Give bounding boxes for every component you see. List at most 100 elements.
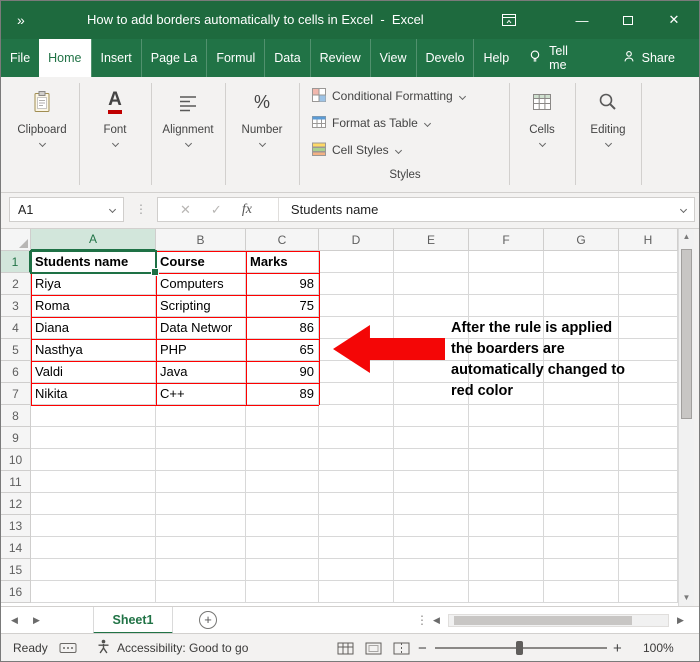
cell-C10[interactable] xyxy=(246,449,319,471)
alignment-group-button[interactable]: Alignment xyxy=(153,81,223,181)
number-group-button[interactable]: % Number xyxy=(227,81,297,181)
cell-H3[interactable] xyxy=(619,295,678,317)
cell-A8[interactable] xyxy=(31,405,156,427)
sheet-nav-left-icon[interactable]: ◀ xyxy=(11,607,18,634)
cell-D16[interactable] xyxy=(319,581,394,603)
cell-A5[interactable]: Nasthya xyxy=(31,339,156,361)
select-all-corner[interactable] xyxy=(1,229,31,251)
cell-A12[interactable] xyxy=(31,493,156,515)
cell-B10[interactable] xyxy=(156,449,246,471)
cell-H12[interactable] xyxy=(619,493,678,515)
cell-C6[interactable]: 90 xyxy=(246,361,319,383)
formula-input[interactable]: Students name xyxy=(291,202,378,217)
close-button[interactable]: ✕ xyxy=(651,1,697,39)
name-box[interactable]: A1 xyxy=(9,197,124,222)
cell-B16[interactable] xyxy=(156,581,246,603)
cell-A4[interactable]: Diana xyxy=(31,317,156,339)
row-header-7[interactable]: 7 xyxy=(1,383,31,405)
cell-D1[interactable] xyxy=(319,251,394,273)
cell-E15[interactable] xyxy=(394,559,469,581)
cell-A9[interactable] xyxy=(31,427,156,449)
cell-styles-button[interactable]: Cell Styles xyxy=(311,139,402,161)
row-header-13[interactable]: 13 xyxy=(1,515,31,537)
editing-group-button[interactable]: Editing xyxy=(577,81,639,181)
cell-A1[interactable]: Students name xyxy=(31,251,156,273)
cell-B9[interactable] xyxy=(156,427,246,449)
cell-C4[interactable]: 86 xyxy=(246,317,319,339)
cell-D15[interactable] xyxy=(319,559,394,581)
format-as-table-button[interactable]: Format as Table xyxy=(311,112,431,134)
cell-C1[interactable]: Marks xyxy=(246,251,319,273)
scroll-down-icon[interactable]: ▼ xyxy=(679,590,694,606)
cell-F15[interactable] xyxy=(469,559,544,581)
cell-H9[interactable] xyxy=(619,427,678,449)
minimize-button[interactable]: — xyxy=(559,1,605,39)
cell-C3[interactable]: 75 xyxy=(246,295,319,317)
font-group-button[interactable]: A Font xyxy=(81,81,149,181)
cell-H13[interactable] xyxy=(619,515,678,537)
cell-A2[interactable]: Riya xyxy=(31,273,156,295)
cell-B15[interactable] xyxy=(156,559,246,581)
cell-F12[interactable] xyxy=(469,493,544,515)
insert-function-icon[interactable]: fx xyxy=(242,202,252,218)
row-header-2[interactable]: 2 xyxy=(1,273,31,295)
hscroll-right-icon[interactable]: ▶ xyxy=(677,607,684,634)
cell-G3[interactable] xyxy=(544,295,619,317)
tell-me-box[interactable]: Tell me xyxy=(518,39,593,77)
cell-F1[interactable] xyxy=(469,251,544,273)
column-header-G[interactable]: G xyxy=(544,229,619,251)
cell-F13[interactable] xyxy=(469,515,544,537)
cell-C2[interactable]: 98 xyxy=(246,273,319,295)
cell-A16[interactable] xyxy=(31,581,156,603)
row-header-4[interactable]: 4 xyxy=(1,317,31,339)
column-header-B[interactable]: B xyxy=(156,229,246,251)
clipboard-group-button[interactable]: Clipboard xyxy=(7,81,77,181)
cell-B7[interactable]: C++ xyxy=(156,383,246,405)
cell-H2[interactable] xyxy=(619,273,678,295)
cell-D11[interactable] xyxy=(319,471,394,493)
tab-help[interactable]: Help xyxy=(473,39,518,77)
drag-handle-icon[interactable]: ⋮ xyxy=(135,197,147,222)
cancel-icon[interactable]: ✕ xyxy=(180,202,191,218)
cell-G9[interactable] xyxy=(544,427,619,449)
cell-D10[interactable] xyxy=(319,449,394,471)
column-header-F[interactable]: F xyxy=(469,229,544,251)
tab-insert[interactable]: Insert xyxy=(90,39,141,77)
cell-A6[interactable]: Valdi xyxy=(31,361,156,383)
row-header-6[interactable]: 6 xyxy=(1,361,31,383)
cell-A7[interactable]: Nikita xyxy=(31,383,156,405)
cell-F10[interactable] xyxy=(469,449,544,471)
row-header-9[interactable]: 9 xyxy=(1,427,31,449)
cell-H16[interactable] xyxy=(619,581,678,603)
cell-F14[interactable] xyxy=(469,537,544,559)
cell-E9[interactable] xyxy=(394,427,469,449)
cell-B5[interactable]: PHP xyxy=(156,339,246,361)
accessibility-status[interactable]: Accessibility: Good to go xyxy=(97,634,248,661)
cell-E14[interactable] xyxy=(394,537,469,559)
cell-G16[interactable] xyxy=(544,581,619,603)
zoom-slider-thumb[interactable] xyxy=(516,641,523,655)
scroll-up-icon[interactable]: ▲ xyxy=(679,229,694,245)
cell-H14[interactable] xyxy=(619,537,678,559)
share-button[interactable]: Share xyxy=(612,39,685,77)
tab-home[interactable]: Home xyxy=(39,39,91,77)
cell-D8[interactable] xyxy=(319,405,394,427)
cell-C16[interactable] xyxy=(246,581,319,603)
cell-H8[interactable] xyxy=(619,405,678,427)
vertical-scrollbar[interactable]: ▲ ▼ xyxy=(678,229,694,606)
ribbon-display-options-icon[interactable] xyxy=(501,13,521,29)
cell-C8[interactable] xyxy=(246,405,319,427)
cell-C14[interactable] xyxy=(246,537,319,559)
cell-H15[interactable] xyxy=(619,559,678,581)
column-header-E[interactable]: E xyxy=(394,229,469,251)
cell-A13[interactable] xyxy=(31,515,156,537)
cell-D6[interactable] xyxy=(319,361,394,383)
row-header-5[interactable]: 5 xyxy=(1,339,31,361)
cell-D3[interactable] xyxy=(319,295,394,317)
cell-G14[interactable] xyxy=(544,537,619,559)
cell-B8[interactable] xyxy=(156,405,246,427)
cell-H10[interactable] xyxy=(619,449,678,471)
row-header-15[interactable]: 15 xyxy=(1,559,31,581)
horizontal-scrollbar[interactable] xyxy=(448,614,669,627)
row-header-11[interactable]: 11 xyxy=(1,471,31,493)
